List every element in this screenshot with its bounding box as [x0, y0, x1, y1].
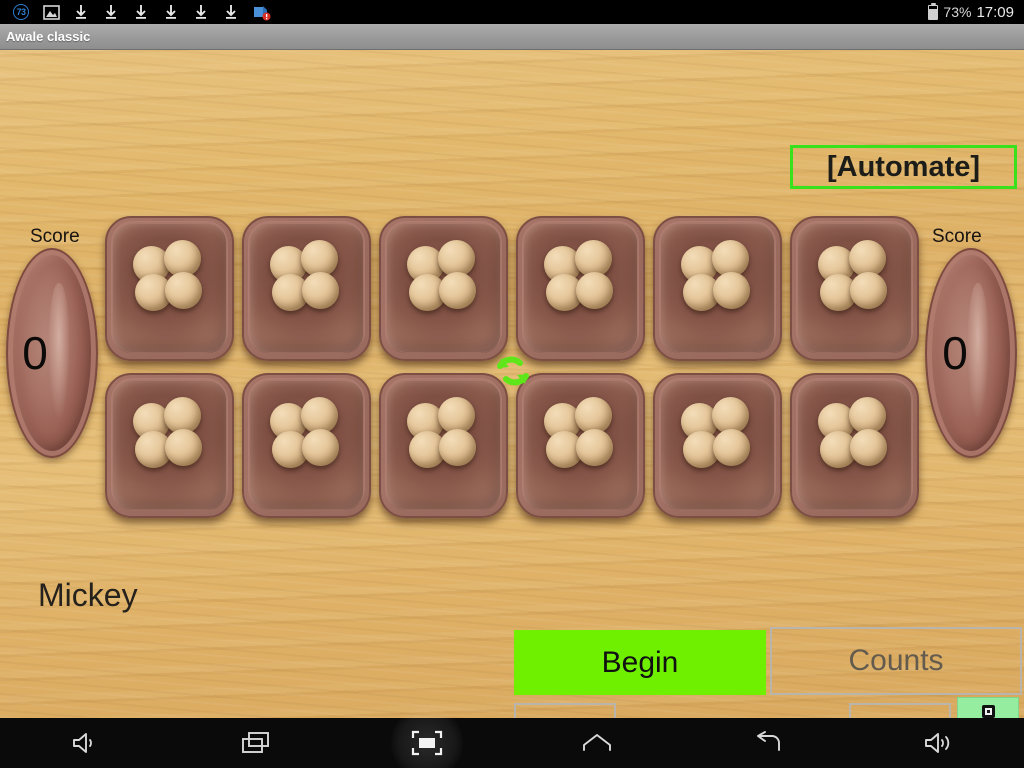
- pit-seeds: [131, 239, 209, 318]
- notification-count-badge: 73: [6, 0, 36, 24]
- rotate-board-icon[interactable]: [484, 342, 542, 400]
- status-bar-left-icons: 73: [6, 0, 928, 24]
- seed: [438, 428, 476, 466]
- seed: [849, 428, 887, 466]
- begin-label: Begin: [601, 645, 679, 679]
- pit-top-1[interactable]: [238, 212, 375, 367]
- pit-top-4[interactable]: [649, 212, 786, 367]
- seed: [300, 396, 338, 434]
- seed: [575, 271, 613, 309]
- seed: [711, 239, 749, 277]
- back-icon: [757, 731, 780, 751]
- begin-button[interactable]: Begin: [514, 630, 766, 695]
- seed: [848, 396, 886, 434]
- score-value-left: 0: [22, 327, 48, 379]
- pit-top-5[interactable]: [786, 212, 923, 367]
- screenshot-image-icon: [36, 0, 66, 24]
- seed: [163, 239, 201, 277]
- screenshot-button[interactable]: [377, 718, 477, 768]
- pit-bottom-0[interactable]: [101, 369, 238, 524]
- seed: [574, 396, 612, 434]
- game-board-area: [Automate] Score Score 0 0 Mickey Begin …: [0, 50, 1024, 718]
- seed: [437, 239, 475, 277]
- pit-seeds: [679, 239, 757, 318]
- pit-seeds: [131, 396, 209, 475]
- recents-button[interactable]: [206, 718, 306, 768]
- clock-label: 17:09: [976, 3, 1014, 21]
- status-bar-right: 73% 17:09: [928, 2, 1018, 21]
- automate-button[interactable]: [Automate]: [790, 145, 1017, 189]
- volume-down-icon: [73, 733, 93, 753]
- seed: [163, 396, 201, 434]
- download-icon: [66, 0, 96, 24]
- overflow-menu-button[interactable]: [957, 697, 1019, 718]
- previous-button[interactable]: [514, 703, 616, 718]
- app-title-label: Awale classic: [6, 29, 91, 44]
- automate-label: [Automate]: [826, 150, 981, 183]
- download-icon: [156, 0, 186, 24]
- pit-top-0[interactable]: [101, 212, 238, 367]
- seed: [301, 271, 339, 309]
- pit-bottom-5[interactable]: [786, 369, 923, 524]
- seed: [164, 428, 202, 466]
- home-button[interactable]: [547, 718, 647, 768]
- seed: [849, 271, 887, 309]
- back-button[interactable]: [718, 718, 818, 768]
- pit-seeds: [268, 396, 346, 475]
- pit-bottom-4[interactable]: [649, 369, 786, 524]
- store-sheen: [967, 282, 989, 419]
- app-title-bar: Awale classic: [0, 24, 1024, 50]
- android-navigation-bar: [0, 718, 1024, 768]
- seed: [712, 271, 750, 309]
- score-value-right: 0: [942, 327, 968, 379]
- pit-seeds: [816, 396, 894, 475]
- status-bar: 73 73% 17:09: [0, 0, 1024, 24]
- seed: [301, 428, 339, 466]
- app-update-alert-icon: [246, 0, 276, 24]
- seed: [437, 396, 475, 434]
- store-sheen: [48, 282, 70, 419]
- player-name-label: Mickey: [38, 577, 138, 613]
- notification-count-label: 73: [13, 4, 29, 20]
- score-store-left[interactable]: 0: [6, 248, 98, 458]
- seed: [712, 428, 750, 466]
- recents-icon: [242, 732, 269, 753]
- seed: [575, 428, 613, 466]
- counts-label: Counts: [848, 644, 944, 677]
- menu-dot-icon: [981, 704, 995, 718]
- counts-button[interactable]: Counts: [770, 627, 1022, 695]
- seed: [300, 239, 338, 277]
- pit-bottom-1[interactable]: [238, 369, 375, 524]
- pit-seeds: [542, 396, 620, 475]
- score-label-left: Score: [30, 226, 80, 247]
- download-icon: [216, 0, 246, 24]
- pit-seeds: [542, 239, 620, 318]
- download-icon: [186, 0, 216, 24]
- pit-seeds: [405, 396, 483, 475]
- pit-seeds: [816, 239, 894, 318]
- battery-percent-label: 73%: [943, 4, 972, 20]
- download-icon: [126, 0, 156, 24]
- battery-icon: [928, 2, 939, 20]
- next-button[interactable]: [849, 703, 951, 718]
- pit-seeds: [268, 239, 346, 318]
- score-store-right[interactable]: 0: [925, 248, 1017, 458]
- seed: [848, 239, 886, 277]
- volume-up-icon: [924, 733, 949, 753]
- volume-down-button[interactable]: [35, 718, 135, 768]
- seed: [438, 271, 476, 309]
- seed: [711, 396, 749, 434]
- seed: [574, 239, 612, 277]
- score-label-right: Score: [932, 226, 982, 247]
- seed: [164, 271, 202, 309]
- home-icon: [583, 734, 612, 751]
- pit-seeds: [679, 396, 757, 475]
- download-icon: [96, 0, 126, 24]
- volume-up-button[interactable]: [889, 718, 989, 768]
- screenshot-icon: [411, 730, 442, 756]
- pit-seeds: [405, 239, 483, 318]
